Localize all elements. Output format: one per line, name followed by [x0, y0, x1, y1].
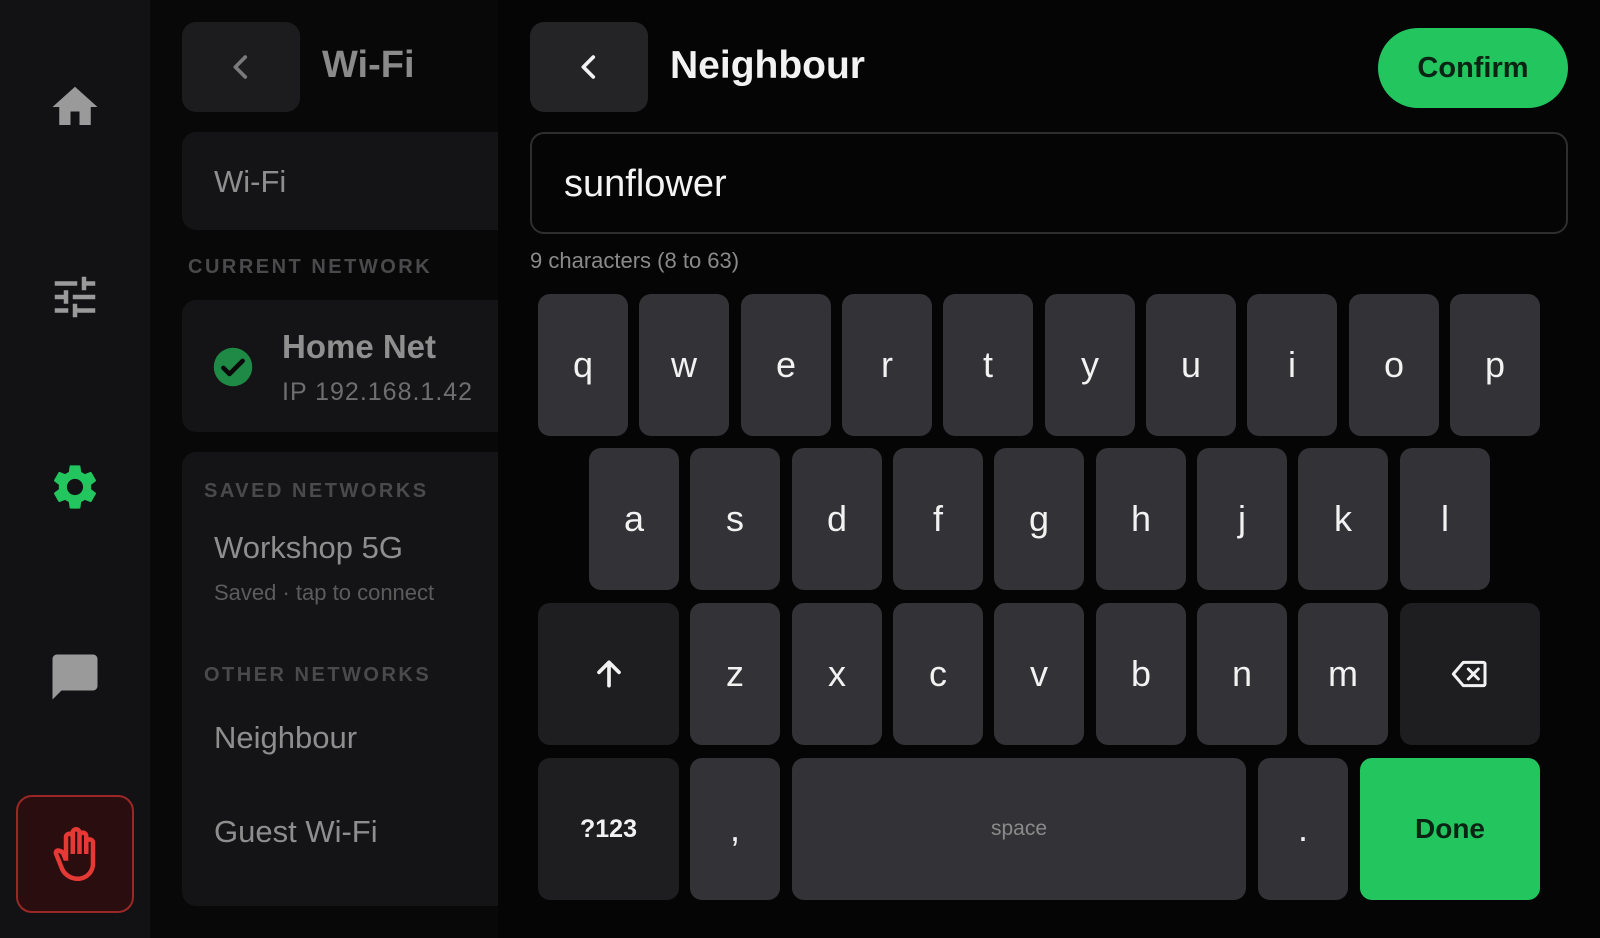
current-network-name: Home Net — [282, 328, 437, 365]
key-s[interactable]: s — [690, 448, 780, 590]
panel-title: Wi-Fi — [322, 44, 415, 86]
arrow-up-icon — [596, 660, 621, 688]
key-d[interactable]: d — [792, 448, 882, 590]
key-x[interactable]: x — [792, 603, 882, 745]
key-t[interactable]: t — [943, 294, 1033, 436]
backspace-key[interactable] — [1400, 603, 1540, 745]
key-j[interactable]: j — [1197, 448, 1287, 590]
hand-stop-icon — [53, 827, 96, 881]
emergency-stop-button[interactable] — [16, 795, 134, 913]
password-input-value: sunflower — [564, 163, 727, 205]
period-key[interactable]: . — [1258, 758, 1348, 900]
symbols-key[interactable]: ?123 — [538, 758, 679, 900]
key-k[interactable]: k — [1298, 448, 1388, 590]
key-b[interactable]: b — [1096, 603, 1186, 745]
key-i[interactable]: i — [1247, 294, 1337, 436]
saved-networks-header: SAVED NETWORKS — [204, 480, 429, 502]
key-z[interactable]: z — [690, 603, 780, 745]
key-h[interactable]: h — [1096, 448, 1186, 590]
current-network-card[interactable]: Home Net IP 192.168.1.42 — [182, 300, 498, 432]
check-circle-icon — [213, 347, 253, 387]
key-q[interactable]: q — [538, 294, 628, 436]
other-networks-header: OTHER NETWORKS — [204, 664, 432, 686]
comma-key[interactable]: , — [690, 758, 780, 900]
key-f[interactable]: f — [893, 448, 983, 590]
nav-messages-button[interactable] — [16, 618, 134, 736]
space-key[interactable]: space — [792, 758, 1246, 900]
current-network-header: CURRENT NETWORK — [188, 256, 433, 278]
key-v[interactable]: v — [994, 603, 1084, 745]
nav-rail — [0, 0, 150, 938]
gear-icon — [53, 465, 97, 509]
password-input[interactable]: sunflower — [530, 132, 1568, 234]
nav-settings-button[interactable] — [16, 428, 134, 546]
nav-controls-button[interactable] — [16, 238, 134, 356]
nav-home-button[interactable] — [16, 48, 134, 166]
editor-back-button[interactable] — [530, 22, 648, 112]
editor-title: Neighbour — [670, 44, 865, 87]
key-p[interactable]: p — [1450, 294, 1540, 436]
current-network-ip: IP 192.168.1.42 — [282, 378, 474, 406]
key-u[interactable]: u — [1146, 294, 1236, 436]
confirm-button[interactable]: Confirm — [1378, 28, 1568, 108]
chevron-left-icon — [233, 55, 248, 79]
wifi-toggle-row[interactable]: Wi-Fi — [182, 132, 498, 230]
key-l[interactable]: l — [1400, 448, 1490, 590]
chat-icon — [52, 654, 98, 700]
key-n[interactable]: n — [1197, 603, 1287, 745]
password-editor: Neighbour Confirm sunflower 9 characters… — [498, 0, 1600, 938]
key-w[interactable]: w — [639, 294, 729, 436]
chevron-left-icon — [581, 55, 596, 79]
key-r[interactable]: r — [842, 294, 932, 436]
key-m[interactable]: m — [1298, 603, 1388, 745]
network-item-guest-wifi[interactable]: Guest Wi-Fi — [214, 814, 378, 850]
done-key[interactable]: Done — [1360, 758, 1540, 900]
character-count-hint: 9 characters (8 to 63) — [530, 248, 740, 273]
network-item-workshop-5g[interactable]: Workshop 5G — [214, 530, 403, 566]
key-e[interactable]: e — [741, 294, 831, 436]
network-item-neighbour[interactable]: Neighbour — [214, 720, 357, 756]
wifi-settings-panel: Wi-Fi Wi-Fi CURRENT NETWORK Home Net IP … — [150, 0, 498, 938]
key-y[interactable]: y — [1045, 294, 1135, 436]
network-lists-card: SAVED NETWORKS Workshop 5G Saved · tap t… — [182, 452, 498, 906]
key-o[interactable]: o — [1349, 294, 1439, 436]
sliders-icon — [54, 276, 96, 318]
home-icon — [52, 86, 98, 125]
key-c[interactable]: c — [893, 603, 983, 745]
backspace-icon — [1451, 660, 1487, 688]
key-a[interactable]: a — [589, 448, 679, 590]
key-g[interactable]: g — [994, 448, 1084, 590]
panel-back-button[interactable] — [182, 22, 300, 112]
shift-key[interactable] — [538, 603, 679, 745]
network-item-status: Saved · tap to connect — [214, 580, 435, 605]
wifi-toggle-label: Wi-Fi — [214, 164, 287, 199]
